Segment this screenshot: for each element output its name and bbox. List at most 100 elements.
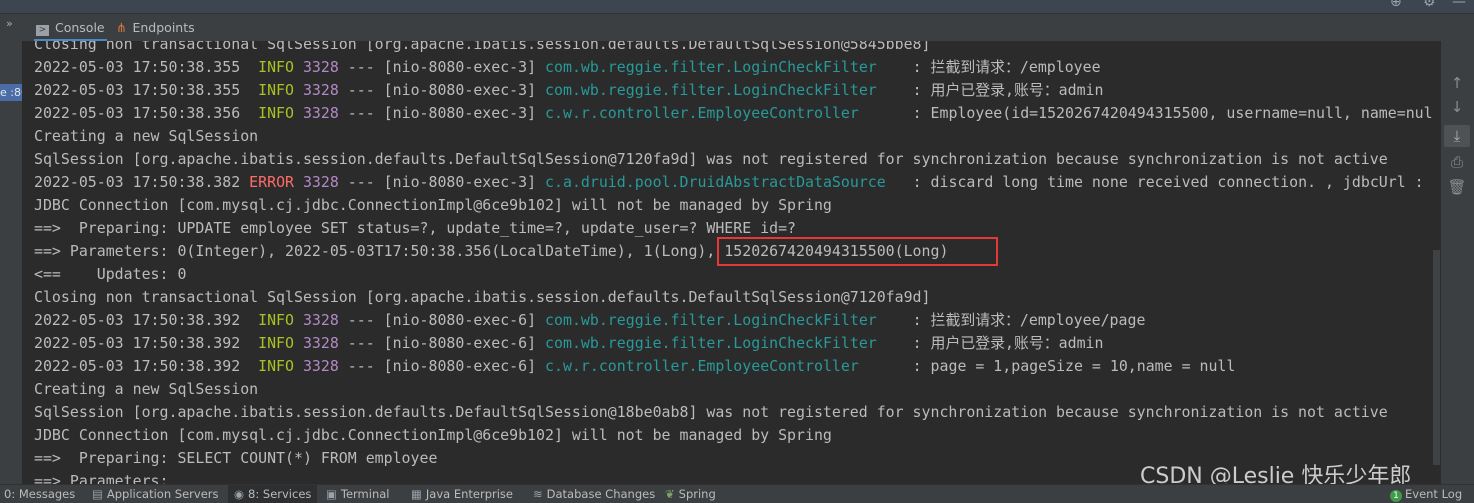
log-text: : Employee(id=1520267420494315500, usern… — [903, 104, 1432, 122]
status-messages[interactable]: 0: Messages — [4, 487, 75, 501]
log-text: --- [nio-8080-exec-6] — [338, 357, 546, 375]
logger-name[interactable]: c.w.r.controller.EmployeeController — [545, 104, 904, 122]
tab-endpoints[interactable]: ⋔ Endpoints — [116, 14, 195, 41]
status-java-enterprise-label: Java Enterprise — [425, 487, 513, 501]
scroll-to-end-icon[interactable]: ⤓ — [1444, 125, 1470, 147]
minimize-icon[interactable]: — — [1452, 0, 1466, 10]
logger-name[interactable]: c.a.druid.pool.DruidAbstractDataSource — [545, 173, 904, 191]
console-line: ==> Parameters: 0(Integer), 2022-05-03T1… — [34, 240, 948, 263]
log-text: : 拦截到请求：/employee — [903, 58, 1101, 76]
status-services[interactable]: ◉ 8: Services — [228, 485, 318, 503]
log-text: --- [nio-8080-exec-3] — [338, 81, 546, 99]
console-toolbar: ↑ ↓ ⤶ ⤓ ⎙ 🗑 — [1441, 41, 1474, 484]
log-text: --- [nio-8080-exec-6] — [338, 334, 546, 352]
globe-icon[interactable]: ⊕ — [1390, 0, 1402, 10]
log-text: Closing non transactional SqlSession [or… — [34, 41, 931, 53]
log-text: Closing non transactional SqlSession [or… — [34, 288, 931, 306]
log-text: SqlSession [org.apache.ibatis.session.de… — [34, 403, 1388, 421]
vertical-scrollbar[interactable] — [1432, 41, 1441, 484]
console-line: 2022-05-03 17:50:38.355 INFO 3328 --- [n… — [34, 79, 1103, 102]
console-line: SqlSession [org.apache.ibatis.session.de… — [34, 148, 1388, 171]
left-side-tab[interactable]: e :80 — [0, 84, 22, 101]
log-text: 2022-05-03 17:50:38.355 — [34, 58, 259, 76]
endpoints-icon: ⋔ — [116, 20, 127, 35]
app-servers-icon: ▤ — [92, 487, 103, 501]
log-text: ==> Preparing: UPDATE employee SET statu… — [34, 219, 797, 237]
console-line: 2022-05-03 17:50:38.392 INFO 3328 --- [n… — [34, 309, 1145, 332]
log-text: ==> Parameters: 0(Integer), 2022-05-03T1… — [34, 242, 949, 260]
log-text: --- [nio-8080-exec-3] — [338, 104, 546, 122]
log-text: JDBC Connection [com.mysql.cj.jdbc.Conne… — [34, 196, 832, 214]
log-level: INFO — [258, 104, 294, 122]
process-id: 3328 — [302, 357, 339, 375]
log-text: --- [nio-8080-exec-6] — [338, 311, 546, 329]
process-id: 3328 — [302, 311, 339, 329]
log-text: 2022-05-03 17:50:38.392 — [34, 334, 259, 352]
up-arrow-icon[interactable]: ↑ — [1444, 72, 1470, 94]
logger-name[interactable]: com.wb.reggie.filter.LoginCheckFilter — [545, 81, 904, 99]
log-text: 2022-05-03 17:50:38.382 — [34, 173, 250, 191]
status-terminal-label: Terminal — [340, 487, 390, 501]
console-line: ==> Parameters: — [34, 470, 177, 484]
gear-icon[interactable]: ⚙ — [1423, 0, 1436, 10]
status-application-servers[interactable]: ▤ Application Servers — [92, 487, 219, 501]
console-line: ==> Preparing: SELECT COUNT(*) FROM empl… — [34, 447, 437, 470]
console-line: 2022-05-03 17:50:38.382 ERROR 3328 --- [… — [34, 171, 1432, 194]
log-text: 2022-05-03 17:50:38.392 — [34, 357, 259, 375]
log-text: SqlSession [org.apache.ibatis.session.de… — [34, 150, 1388, 168]
tab-console[interactable]: > Console — [34, 14, 107, 41]
scrollbar-thumb[interactable] — [1433, 250, 1440, 465]
log-text: 2022-05-03 17:50:38.356 — [34, 104, 259, 122]
process-id: 3328 — [302, 58, 339, 76]
clear-icon[interactable]: 🗑 — [1444, 176, 1470, 198]
status-spring[interactable]: ❦ Spring — [665, 487, 716, 501]
status-services-label: 8: Services — [248, 487, 312, 501]
log-level: INFO — [258, 58, 294, 76]
status-messages-label: 0: Messages — [4, 487, 76, 501]
console-output[interactable]: Closing non transactional SqlSession [or… — [22, 41, 1432, 484]
log-level: INFO — [258, 334, 294, 352]
log-text: : discard long time none received connec… — [903, 173, 1432, 191]
console-line: 2022-05-03 17:50:38.356 INFO 3328 --- [n… — [34, 102, 1432, 125]
log-text: Creating a new SqlSession — [34, 127, 259, 145]
expand-icon[interactable]: » — [6, 17, 13, 30]
logger-name[interactable]: c.w.r.controller.EmployeeController — [545, 357, 904, 375]
log-level: INFO — [258, 311, 294, 329]
status-terminal[interactable]: ▣ Terminal — [326, 487, 389, 501]
log-text: : 用户已登录,账号：admin — [903, 81, 1104, 99]
spring-icon: ❦ — [665, 487, 675, 501]
log-text: <== Updates: 0 — [34, 265, 187, 283]
services-icon: ◉ — [234, 487, 245, 501]
log-text: : 用户已登录,账号：admin — [903, 334, 1104, 352]
console-line: 2022-05-03 17:50:38.392 INFO 3328 --- [n… — [34, 332, 1103, 355]
event-log-label: Event Log — [1405, 487, 1463, 501]
logger-name[interactable]: com.wb.reggie.filter.LoginCheckFilter — [545, 311, 904, 329]
console-line: Creating a new SqlSession — [34, 378, 258, 401]
status-java-enterprise[interactable]: ▦ Java Enterprise — [411, 487, 513, 501]
down-arrow-icon[interactable]: ↓ — [1444, 96, 1470, 118]
console-line: ==> Preparing: UPDATE employee SET statu… — [34, 217, 796, 240]
console-line: 2022-05-03 17:50:38.392 INFO 3328 --- [n… — [34, 355, 1235, 378]
log-text: Creating a new SqlSession — [34, 380, 259, 398]
console-line: JDBC Connection [com.mysql.cj.jdbc.Conne… — [34, 424, 832, 447]
log-text: JDBC Connection [com.mysql.cj.jdbc.Conne… — [34, 426, 832, 444]
console-line: JDBC Connection [com.mysql.cj.jdbc.Conne… — [34, 194, 832, 217]
event-count-badge: 1 — [1390, 490, 1402, 502]
status-app-servers-label: Application Servers — [106, 487, 219, 501]
log-level: INFO — [258, 81, 294, 99]
log-text: --- [nio-8080-exec-3] — [338, 58, 546, 76]
process-id: 3328 — [302, 334, 339, 352]
logger-name[interactable]: com.wb.reggie.filter.LoginCheckFilter — [545, 334, 904, 352]
console-line: Closing non transactional SqlSession [or… — [34, 41, 931, 56]
logger-name[interactable]: com.wb.reggie.filter.LoginCheckFilter — [545, 58, 904, 76]
log-text: 2022-05-03 17:50:38.355 — [34, 81, 259, 99]
status-event-log[interactable]: 1 Event Log — [1390, 487, 1462, 502]
status-database-changes[interactable]: ≋ Database Changes — [533, 487, 655, 501]
print-icon[interactable]: ⎙ — [1444, 151, 1470, 173]
